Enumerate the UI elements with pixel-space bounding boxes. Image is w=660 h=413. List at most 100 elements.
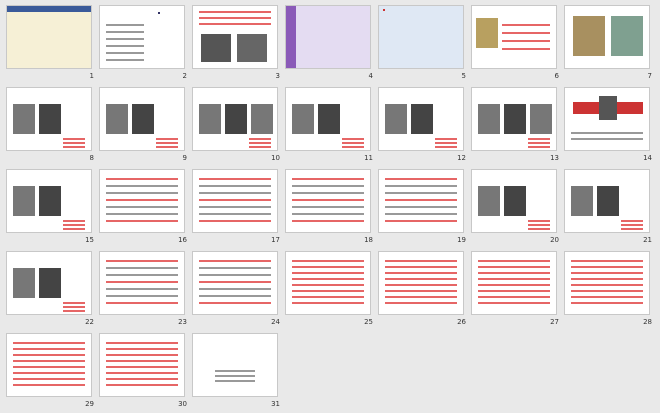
slide-thumbnail-31[interactable]: 31: [192, 333, 286, 413]
slide-thumbnail-6[interactable]: 6: [471, 5, 565, 85]
text-line: [385, 178, 457, 180]
slide-thumbnail-16[interactable]: 16: [99, 169, 193, 249]
slide-preview[interactable]: [192, 5, 278, 69]
slide-thumbnail-30[interactable]: 30: [99, 333, 193, 413]
slide-thumbnail-29[interactable]: 29: [6, 333, 100, 413]
side-bar: [286, 6, 296, 68]
slide-thumbnail-1[interactable]: 1: [6, 5, 100, 85]
slide-thumbnail-10[interactable]: 10: [192, 87, 286, 167]
text-line: [106, 260, 178, 262]
slide-preview[interactable]: [99, 169, 185, 233]
slide-preview[interactable]: [99, 333, 185, 397]
text-line: [156, 138, 178, 140]
slide-number: 23: [178, 318, 187, 326]
slide-preview[interactable]: [285, 87, 371, 151]
photo: [237, 34, 267, 62]
text-line: [156, 146, 178, 148]
slide-number: 1: [89, 72, 94, 80]
slide-thumbnail-26[interactable]: 26: [378, 251, 472, 331]
text-line: [199, 260, 271, 262]
slide-preview[interactable]: [6, 169, 92, 233]
text-line: [478, 284, 550, 286]
slide-thumbnail-3[interactable]: 3: [192, 5, 286, 85]
slide-preview[interactable]: [99, 5, 185, 69]
slide-preview[interactable]: [99, 87, 185, 151]
slide-thumbnail-4[interactable]: 4: [285, 5, 379, 85]
text-line: [571, 278, 643, 280]
text-line: [106, 31, 144, 33]
slide-preview[interactable]: [6, 333, 92, 397]
text-line: [199, 192, 271, 194]
slide-preview[interactable]: [6, 251, 92, 315]
slide-preview[interactable]: [192, 251, 278, 315]
text-line: [528, 224, 550, 226]
slide-preview[interactable]: [192, 169, 278, 233]
text-line: [528, 138, 550, 140]
text-line: [199, 213, 271, 215]
photo: [504, 104, 526, 134]
slide-thumbnail-9[interactable]: 9: [99, 87, 193, 167]
text-line: [385, 220, 457, 222]
slide-thumbnail-28[interactable]: 28: [564, 251, 658, 331]
slide-preview[interactable]: [6, 87, 92, 151]
slide-preview[interactable]: [192, 87, 278, 151]
slide-preview[interactable]: [471, 5, 557, 69]
text-line: [215, 375, 255, 377]
text-line: [13, 366, 85, 368]
slide-thumbnail-24[interactable]: 24: [192, 251, 286, 331]
text-line: [106, 45, 144, 47]
slide-thumbnail-25[interactable]: 25: [285, 251, 379, 331]
text-line: [621, 220, 643, 222]
slide-preview[interactable]: [285, 251, 371, 315]
slide-thumbnail-22[interactable]: 22: [6, 251, 100, 331]
slide-preview[interactable]: [285, 5, 371, 69]
slide-thumbnail-5[interactable]: 5: [378, 5, 472, 85]
slide-thumbnail-17[interactable]: 17: [192, 169, 286, 249]
text-line: [571, 296, 643, 298]
slide-preview[interactable]: [99, 251, 185, 315]
slide-thumbnail-27[interactable]: 27: [471, 251, 565, 331]
slide-thumbnail-15[interactable]: 15: [6, 169, 100, 249]
text-line: [342, 142, 364, 144]
slide-preview[interactable]: [6, 5, 92, 69]
slide-preview[interactable]: [378, 169, 464, 233]
slide-thumbnail-13[interactable]: 13: [471, 87, 565, 167]
slide-thumbnail-19[interactable]: 19: [378, 169, 472, 249]
slide-preview[interactable]: [564, 87, 650, 151]
slide-thumbnail-11[interactable]: 11: [285, 87, 379, 167]
text-line: [106, 38, 144, 40]
slide-thumbnail-7[interactable]: 7: [564, 5, 658, 85]
slide-thumbnail-21[interactable]: 21: [564, 169, 658, 249]
slide-preview[interactable]: [192, 333, 278, 397]
photo: [385, 104, 407, 134]
slide-preview[interactable]: [564, 169, 650, 233]
slide-preview[interactable]: [564, 5, 650, 69]
slide-number: 6: [554, 72, 559, 80]
text-line: [13, 354, 85, 356]
photo: [106, 104, 128, 134]
slide-thumbnail-20[interactable]: 20: [471, 169, 565, 249]
text-line: [199, 274, 271, 276]
slide-thumbnail-18[interactable]: 18: [285, 169, 379, 249]
text-line: [199, 220, 271, 222]
slide-thumbnail-14[interactable]: 14: [564, 87, 658, 167]
slide-thumbnail-23[interactable]: 23: [99, 251, 193, 331]
text-line: [199, 199, 271, 201]
slide-preview[interactable]: [378, 5, 464, 69]
slide-preview[interactable]: [471, 251, 557, 315]
slide-number: 25: [364, 318, 373, 326]
slide-thumbnail-8[interactable]: 8: [6, 87, 100, 167]
text-line: [292, 290, 364, 292]
slide-preview[interactable]: [471, 169, 557, 233]
slide-preview[interactable]: [471, 87, 557, 151]
photo: [201, 34, 231, 62]
slide-preview[interactable]: [564, 251, 650, 315]
slide-preview[interactable]: [285, 169, 371, 233]
slide-preview[interactable]: [378, 251, 464, 315]
slide-preview[interactable]: [378, 87, 464, 151]
text-line: [199, 206, 271, 208]
slide-thumbnail-12[interactable]: 12: [378, 87, 472, 167]
text-line: [621, 228, 643, 230]
text-line: [106, 302, 178, 304]
slide-thumbnail-2[interactable]: 2: [99, 5, 193, 85]
